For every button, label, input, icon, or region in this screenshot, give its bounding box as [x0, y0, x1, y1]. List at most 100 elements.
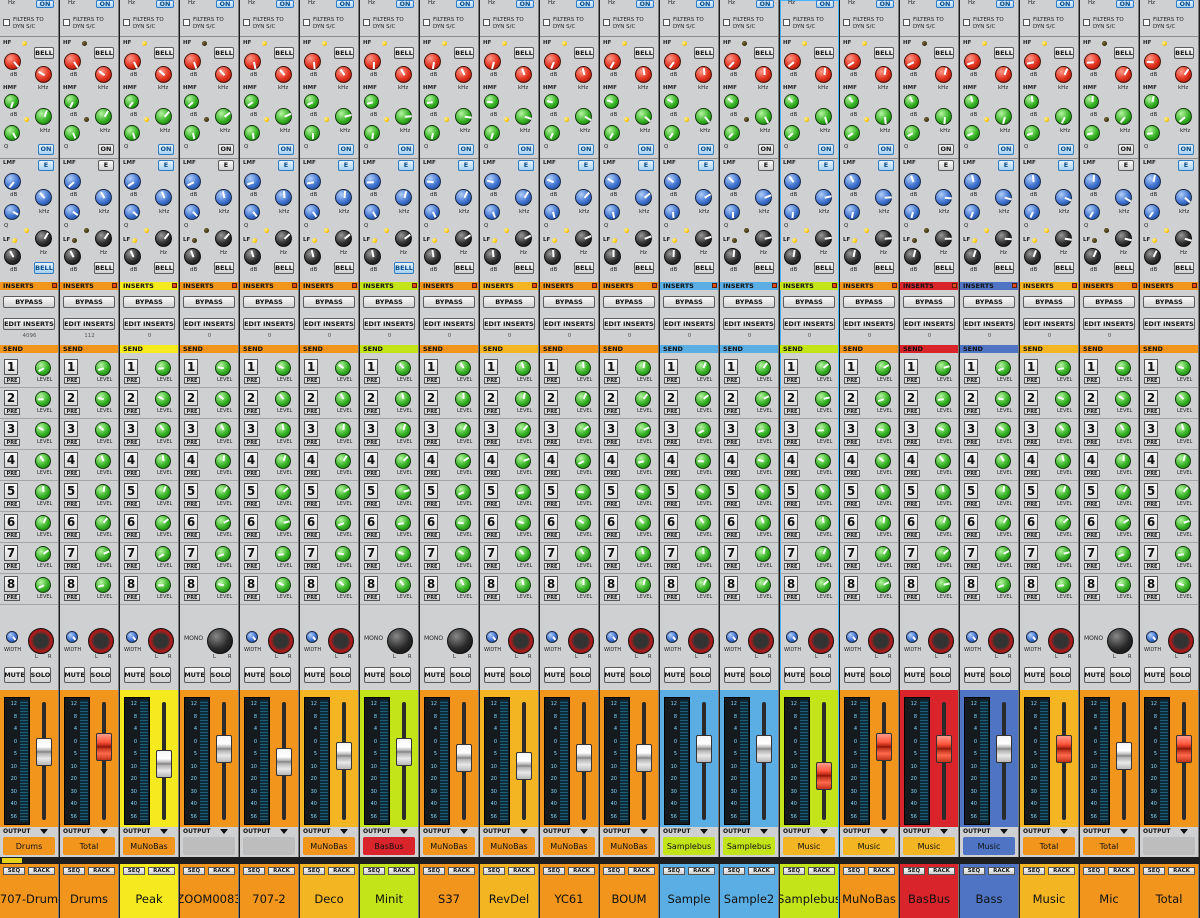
channel-name[interactable]: Deco — [300, 880, 358, 918]
hmf-freq-knob[interactable] — [875, 108, 892, 125]
lmf-q-knob[interactable] — [604, 204, 620, 220]
seq-button[interactable]: SEQ — [603, 867, 625, 875]
send-7-level-knob[interactable] — [935, 546, 951, 562]
seq-button[interactable]: SEQ — [423, 867, 445, 875]
send-1-level-knob[interactable] — [935, 360, 951, 376]
lf-gain-knob[interactable] — [784, 248, 801, 265]
filter-on-button[interactable]: ON — [696, 0, 714, 8]
mute-button[interactable]: MUTE — [184, 667, 205, 683]
hf-bell-button[interactable]: BELL — [514, 47, 534, 59]
bypass-button[interactable]: BYPASS — [303, 296, 355, 308]
hmf-freq-knob[interactable] — [575, 108, 592, 125]
hf-freq-knob[interactable] — [575, 66, 592, 83]
bypass-button[interactable]: BYPASS — [663, 296, 715, 308]
send-8-pre-button[interactable]: PRE — [4, 594, 20, 601]
send-8-pre-button[interactable]: PRE — [304, 594, 320, 601]
output-dropdown-icon[interactable] — [760, 829, 768, 834]
lmf-freq-knob[interactable] — [635, 189, 652, 206]
volume-fader[interactable] — [36, 738, 52, 767]
channel-name[interactable]: BOUM — [600, 880, 658, 918]
lf-freq-knob[interactable] — [1115, 230, 1132, 247]
send-8-pre-button[interactable]: PRE — [904, 594, 920, 601]
solo-button[interactable]: SOLO — [390, 667, 411, 683]
bypass-button[interactable]: BYPASS — [123, 296, 175, 308]
send-6-level-knob[interactable] — [575, 515, 591, 531]
hf-freq-knob[interactable] — [695, 66, 712, 83]
hmf-gain-knob[interactable] — [604, 94, 619, 109]
e-button[interactable]: E — [98, 160, 114, 171]
solo-button[interactable]: SOLO — [810, 667, 831, 683]
send-5-pre-button[interactable]: PRE — [544, 501, 560, 508]
send-6-pre-button[interactable]: PRE — [664, 532, 680, 539]
hmf-on-button[interactable]: ON — [278, 144, 294, 155]
hmf-on-button[interactable]: ON — [878, 144, 894, 155]
pan-knob[interactable] — [207, 628, 233, 654]
hmf-gain-knob[interactable] — [484, 94, 499, 109]
filters-checkbox[interactable] — [1083, 19, 1090, 26]
output-destination-button[interactable]: Samplebus — [663, 837, 715, 855]
hf-freq-knob[interactable] — [935, 66, 952, 83]
volume-fader[interactable] — [396, 738, 412, 767]
hf-freq-knob[interactable] — [35, 66, 52, 83]
pan-knob[interactable] — [508, 628, 534, 654]
channel-name[interactable]: Bass — [960, 880, 1018, 918]
send-6-level-knob[interactable] — [995, 515, 1011, 531]
send-1-level-knob[interactable] — [35, 360, 51, 376]
hmf-q-knob[interactable] — [784, 125, 800, 141]
volume-fader[interactable] — [1176, 734, 1192, 763]
send-6-level-knob[interactable] — [455, 515, 471, 531]
send-5-pre-button[interactable]: PRE — [364, 501, 380, 508]
send-6-pre-button[interactable]: PRE — [64, 532, 80, 539]
pan-knob[interactable] — [28, 628, 54, 654]
lf-freq-knob[interactable] — [875, 230, 892, 247]
horizontal-scrollbar[interactable] — [0, 857, 1200, 864]
seq-button[interactable]: SEQ — [963, 867, 985, 875]
send-4-level-knob[interactable] — [935, 453, 951, 469]
seq-button[interactable]: SEQ — [1143, 867, 1165, 875]
hmf-q-knob[interactable] — [1084, 125, 1100, 141]
seq-button[interactable]: SEQ — [303, 867, 325, 875]
e-button[interactable]: E — [1178, 160, 1194, 171]
lmf-freq-knob[interactable] — [35, 189, 52, 206]
send-2-pre-button[interactable]: PRE — [964, 408, 980, 415]
send-5-level-knob[interactable] — [935, 484, 951, 500]
send-3-pre-button[interactable]: PRE — [4, 439, 20, 446]
mute-button[interactable]: MUTE — [424, 667, 445, 683]
hmf-on-button[interactable]: ON — [638, 144, 654, 155]
hmf-q-knob[interactable] — [4, 125, 20, 141]
e-button[interactable]: E — [938, 160, 954, 171]
seq-button[interactable]: SEQ — [543, 867, 565, 875]
e-button[interactable]: E — [158, 160, 174, 171]
channel-name[interactable]: YC61 — [540, 880, 598, 918]
filter-on-button[interactable]: ON — [336, 0, 354, 8]
send-3-level-knob[interactable] — [1175, 422, 1191, 438]
volume-fader[interactable] — [816, 761, 832, 790]
hmf-q-knob[interactable] — [304, 125, 320, 141]
send-3-pre-button[interactable]: PRE — [1024, 439, 1040, 446]
lmf-gain-knob[interactable] — [904, 173, 921, 190]
hmf-gain-knob[interactable] — [244, 94, 259, 109]
send-4-level-knob[interactable] — [695, 453, 711, 469]
hmf-freq-knob[interactable] — [1115, 108, 1132, 125]
lf-gain-knob[interactable] — [544, 248, 561, 265]
send-1-pre-button[interactable]: PRE — [364, 377, 380, 384]
hmf-on-button[interactable]: ON — [98, 144, 114, 155]
hf-bell-button[interactable]: BELL — [334, 47, 354, 59]
send-3-pre-button[interactable]: PRE — [904, 439, 920, 446]
pan-knob[interactable] — [808, 628, 834, 654]
lmf-freq-knob[interactable] — [1055, 189, 1072, 206]
output-dropdown-icon[interactable] — [580, 829, 588, 834]
mute-button[interactable]: MUTE — [484, 667, 505, 683]
send-5-level-knob[interactable] — [395, 484, 411, 500]
send-5-level-knob[interactable] — [875, 484, 891, 500]
width-knob[interactable] — [906, 631, 918, 643]
filter-on-button[interactable]: ON — [816, 0, 834, 8]
lf-gain-knob[interactable] — [664, 248, 681, 265]
hmf-q-knob[interactable] — [844, 125, 860, 141]
send-6-pre-button[interactable]: PRE — [484, 532, 500, 539]
send-1-level-knob[interactable] — [155, 360, 171, 376]
hmf-q-knob[interactable] — [724, 125, 740, 141]
edit-inserts-button[interactable]: EDIT INSERTS — [843, 318, 895, 330]
solo-button[interactable]: SOLO — [870, 667, 891, 683]
lmf-q-knob[interactable] — [844, 204, 860, 220]
